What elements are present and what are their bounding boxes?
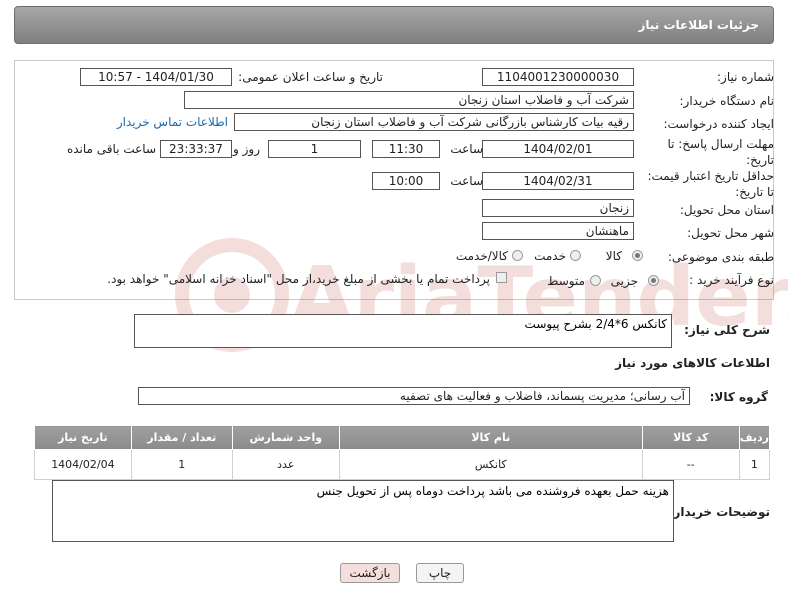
col-name: نام کالا: [338, 425, 643, 450]
col-row: ردیف: [738, 425, 771, 450]
need-number-field: 1104001230000030: [482, 68, 634, 86]
col-qty: تعداد / مقدار: [130, 425, 233, 450]
remaining-time-label: ساعت باقی مانده: [66, 142, 156, 156]
goods-group-label: گروه کالا:: [709, 390, 768, 404]
price-validity-label: حداقل تاریخ اعتبار قیمت: تا تاریخ:: [647, 169, 774, 199]
buyer-org-field: شرکت آب و فاضلاب استان زنجان: [184, 91, 634, 109]
print-button[interactable]: چاپ: [416, 563, 464, 583]
deadline-time-label: ساعت: [450, 142, 483, 156]
process-option-medium: متوسط: [547, 274, 585, 288]
deadline-date-field: 1404/02/01: [482, 140, 634, 158]
price-validity-time-label: ساعت: [450, 174, 483, 188]
city-label: شهر محل تحویل:: [687, 226, 774, 240]
category-option-service: خدمت: [534, 249, 566, 263]
goods-group-field: آب رسانی؛ مدیریت پسماند، فاضلاب و فعالیت…: [138, 387, 690, 405]
deadline-time-field: 11:30: [372, 140, 440, 158]
days-field: 1: [268, 140, 361, 158]
goods-table-header: ردیف کد کالا نام کالا واحد شمارش تعداد /…: [34, 425, 771, 450]
days-label: روز و: [233, 142, 260, 156]
summary-textarea[interactable]: کانکس 6*2/4 بشرح پیوست: [134, 314, 672, 348]
category-radio-service[interactable]: [570, 250, 581, 261]
col-code: کد کالا: [641, 425, 740, 450]
cell-qty: 1: [130, 449, 233, 480]
goods-section-title: اطلاعات کالاهای مورد نیاز: [615, 356, 770, 370]
buyer-notes-textarea[interactable]: هزینه حمل بعهده فروشنده می باشد پرداخت د…: [52, 480, 674, 542]
buyer-contact-link[interactable]: اطلاعات تماس خریدار: [117, 115, 228, 129]
price-validity-date-field: 1404/02/31: [482, 172, 634, 190]
category-label: طبقه بندی موضوعی:: [667, 250, 774, 264]
deadline-label: مهلت ارسال پاسخ: تا تاریخ:: [667, 137, 774, 167]
process-option-minor: جزیی: [610, 274, 638, 288]
cell-code: --: [641, 449, 740, 480]
buyer-notes-label: توضیحات خریدار:: [668, 505, 770, 519]
goods-table: ردیف کد کالا نام کالا واحد شمارش تعداد /…: [34, 425, 771, 480]
category-radio-goods[interactable]: [632, 250, 643, 261]
creator-label: ایجاد کننده درخواست:: [663, 117, 774, 131]
buyer-org-label: نام دستگاه خریدار:: [679, 94, 775, 108]
process-label: نوع فرآیند خرید :: [689, 273, 774, 287]
announce-label: تاریخ و ساعت اعلان عمومی:: [238, 70, 383, 84]
announce-field: 1404/01/30 - 10:57: [80, 68, 232, 86]
payment-treasury-checkbox[interactable]: [496, 272, 507, 283]
category-radio-goods-service[interactable]: [512, 250, 523, 261]
summary-label: شرح کلی نیاز:: [684, 323, 770, 337]
process-radio-medium[interactable]: [590, 275, 601, 286]
need-number-label: شماره نیاز:: [717, 70, 774, 84]
province-field: زنجان: [482, 199, 634, 217]
cell-unit: عدد: [231, 449, 340, 480]
back-button[interactable]: بازگشت: [340, 563, 400, 583]
page-title: جزئیات اطلاعات نیاز: [638, 18, 759, 32]
cell-name: کانکس: [338, 449, 643, 480]
payment-treasury-note: پرداخت تمام یا بخشی از مبلغ خرید،از محل …: [107, 272, 490, 286]
col-date: تاریخ نیاز: [34, 425, 132, 450]
city-field: ماهنشان: [482, 222, 634, 240]
table-row: 1 -- کانکس عدد 1 1404/02/04: [34, 449, 771, 480]
province-label: استان محل تحویل:: [679, 203, 774, 217]
col-unit: واحد شمارش: [231, 425, 340, 450]
cell-row: 1: [738, 449, 771, 480]
price-validity-time-field: 10:00: [372, 172, 440, 190]
category-option-goods: کالا: [605, 249, 622, 263]
creator-field: رقیه بیات کارشناس بازرگانی شرکت آب و فاض…: [234, 113, 634, 131]
cell-date: 1404/02/04: [34, 449, 132, 480]
category-option-goods-service: کالا/خدمت: [455, 249, 508, 263]
page-header: جزئیات اطلاعات نیاز: [14, 6, 774, 44]
remaining-time-field: 23:33:37: [160, 140, 232, 158]
process-radio-minor[interactable]: [648, 275, 659, 286]
